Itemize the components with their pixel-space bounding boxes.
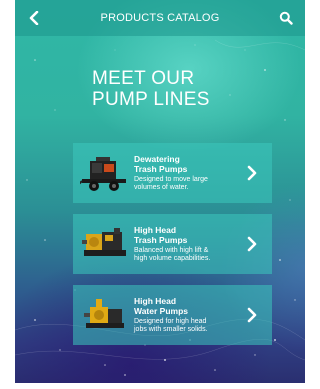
card-title-line-1: High Head <box>134 224 177 235</box>
top-bar: PRODUCTS CATALOG <box>15 0 305 36</box>
product-card-high-head-trash-pumps[interactable]: High Head Trash Pumps Balanced with high… <box>73 214 272 274</box>
search-button[interactable] <box>277 9 295 27</box>
chevron-right-icon <box>247 236 257 252</box>
chevron-right-icon <box>247 307 257 323</box>
card-text: High Head Water Pumps Designed for high … <box>134 296 242 335</box>
card-title: Dewatering Trash Pumps <box>134 154 242 174</box>
page-title: PRODUCTS CATALOG <box>100 12 220 24</box>
card-desc-line-1: Balanced with high lift & <box>134 246 209 254</box>
water-pump-image <box>84 299 124 328</box>
app-screen: PRODUCTS CATALOG MEET OUR PUMP LINES Dew… <box>15 0 305 383</box>
trailer-pump-image <box>80 157 126 191</box>
card-text: High Head Trash Pumps Balanced with high… <box>134 225 242 264</box>
chevron-left-icon <box>29 11 39 25</box>
chevron-right-icon <box>247 165 257 181</box>
card-desc-line-2: high volume capabilities. <box>134 255 211 262</box>
card-desc-line-1: Designed for high head <box>134 317 207 325</box>
card-title-line-2: Water Pumps <box>134 305 189 316</box>
headline: MEET OUR PUMP LINES <box>92 68 292 110</box>
card-desc-line-1: Designed to move large <box>134 175 208 183</box>
card-description: Designed to move large volumes of water. <box>134 176 242 193</box>
card-title: High Head Trash Pumps <box>134 225 242 245</box>
card-title-line-2: Trash Pumps <box>134 234 188 245</box>
headline-line-1: MEET OUR <box>92 68 195 89</box>
product-card-high-head-water-pumps[interactable]: High Head Water Pumps Designed for high … <box>73 285 272 345</box>
card-title-line-2: Trash Pumps <box>134 163 188 174</box>
skid-pump-image <box>82 228 126 256</box>
card-title: High Head Water Pumps <box>134 296 242 316</box>
card-description: Designed for high head jobs with smaller… <box>134 318 242 335</box>
card-title-line-1: High Head <box>134 295 177 306</box>
back-button[interactable] <box>25 9 43 27</box>
search-icon <box>279 11 293 25</box>
card-description: Balanced with high lift & high volume ca… <box>134 247 242 264</box>
card-desc-line-2: volumes of water. <box>134 184 189 191</box>
headline-line-2: PUMP LINES <box>92 89 210 110</box>
card-text: Dewatering Trash Pumps Designed to move … <box>134 154 242 193</box>
product-card-dewatering-trash-pumps[interactable]: Dewatering Trash Pumps Designed to move … <box>73 143 272 203</box>
card-title-line-1: Dewatering <box>134 153 180 164</box>
card-desc-line-2: jobs with smaller solids. <box>134 326 208 333</box>
